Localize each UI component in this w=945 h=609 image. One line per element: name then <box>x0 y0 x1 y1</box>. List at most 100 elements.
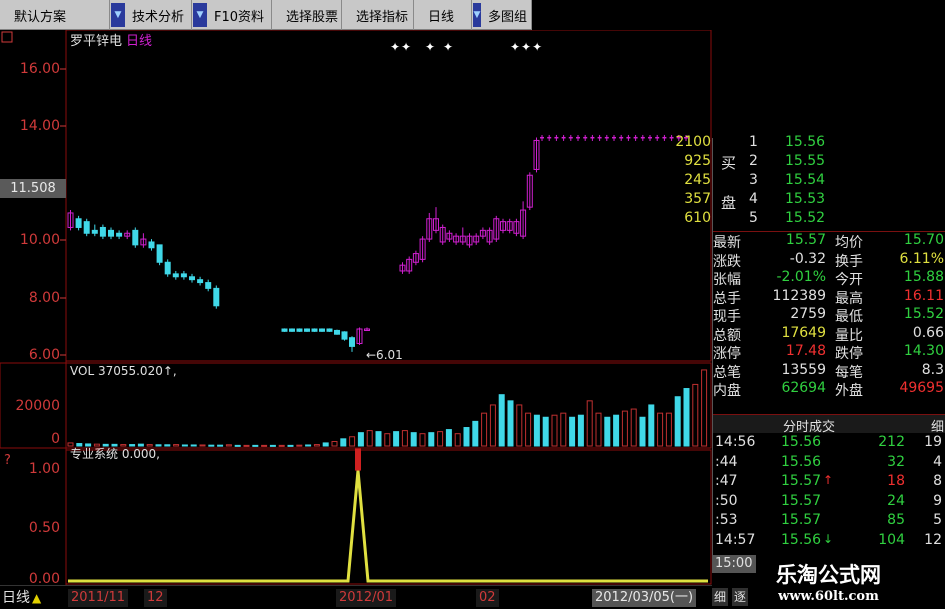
candle-body <box>304 328 310 332</box>
volume-bar <box>331 440 338 447</box>
candle-body <box>597 136 602 139</box>
quote-row: 张幅 -2.01% 今开 15.88 <box>713 269 945 288</box>
tick-count: 8 <box>933 473 942 489</box>
tick-count: 12 <box>924 531 942 548</box>
candle-body <box>311 328 318 332</box>
toolbar-button[interactable]: 日线 <box>414 0 472 30</box>
toolbar-button[interactable]: 选择股票 <box>272 0 342 30</box>
volume-bar <box>208 444 215 447</box>
arrow-down-icon: ↓ <box>823 531 834 546</box>
candle-body <box>341 331 348 340</box>
volume-bar <box>261 444 268 447</box>
candle-body <box>669 136 674 139</box>
tick-panel-header[interactable]: 分时成交 细 <box>713 415 945 435</box>
quote-field-label: 现手 <box>713 309 741 325</box>
tick-detail-tab[interactable]: 细 <box>931 416 944 435</box>
volume-bar <box>357 432 364 447</box>
price-tick: 14.00 <box>19 118 60 134</box>
kline-chart[interactable]: ? 罗平锌电 日线 ✦✦ ✦ ✦ ✦✦✦ 16.00 14.00 10.00 8.… <box>0 30 712 587</box>
indicator-tick: 0.50 <box>28 520 60 536</box>
candle-body <box>116 232 123 237</box>
volume-bar <box>481 412 488 447</box>
quote-field-value: 62694 <box>781 380 826 396</box>
quote-row: 总手 112389 最高 16.11 <box>713 288 945 307</box>
candle-body <box>590 136 595 139</box>
volume-bar <box>648 404 655 447</box>
volume-bar <box>489 404 496 447</box>
quote-row: 涨停 17.48 跌停 14.30 <box>713 343 945 362</box>
volume-bar <box>243 444 250 447</box>
candle-body <box>583 136 588 139</box>
buy-side-label: 盘 <box>721 194 737 212</box>
tick-volume: 85 <box>887 512 905 528</box>
volume-bar <box>560 412 567 447</box>
candle-body <box>568 136 573 139</box>
volume-bar <box>401 430 408 447</box>
candle-body <box>213 287 220 307</box>
tick-price: 15.56 <box>781 453 822 470</box>
candle-body <box>349 337 355 347</box>
volume-bar <box>445 429 452 447</box>
volume-bar <box>384 433 391 447</box>
chart-canvas[interactable]: ? <box>0 30 712 585</box>
bid-level: 5 <box>749 210 758 226</box>
quote-field-value: 15.52 <box>903 306 944 322</box>
volume-bar <box>595 412 602 447</box>
volume-bar <box>287 444 294 447</box>
tick-row: 14:57 15.56 ↓ 104 12 <box>713 532 945 552</box>
bid-price: 15.54 <box>785 172 826 188</box>
volume-bar <box>701 369 708 447</box>
current-price-label: 11.508 <box>0 179 66 198</box>
volume-bar <box>683 388 690 447</box>
volume-bar <box>225 444 232 447</box>
candle-body <box>334 329 340 335</box>
volume-bar <box>454 433 461 447</box>
event-marker-icon[interactable]: ✦✦✦ <box>510 40 543 54</box>
event-marker-icon[interactable]: ✦ <box>443 40 454 54</box>
candle-body <box>132 229 139 246</box>
volume-bar <box>665 412 672 447</box>
volume-bar <box>533 414 540 447</box>
event-marker-icon[interactable]: ✦✦ <box>390 40 412 54</box>
low-price-marker: ←6.01 <box>366 348 403 362</box>
quote-row: 涨跌 -0.32 换手 6.11% <box>713 251 945 270</box>
bid-volume: 610 <box>684 210 711 226</box>
volume-bar <box>507 400 514 447</box>
quote-field-value: -2.01% <box>776 269 826 285</box>
period-tab[interactable]: 日线 ▲ <box>0 587 66 609</box>
dropdown-arrow-icon[interactable]: ▼ <box>111 3 125 27</box>
candle-body <box>648 136 652 139</box>
toolbar-button[interactable]: ▼ 技术分析 <box>110 0 192 30</box>
toolbar-button[interactable]: ▼ 多图组 <box>472 0 532 30</box>
date-label: 2012/01 <box>336 589 397 607</box>
settings-icon <box>1 31 13 43</box>
event-marker-icon[interactable]: ✦ <box>425 40 436 54</box>
bid-price: 15.53 <box>785 191 826 207</box>
volume-bar <box>269 444 276 447</box>
toolbar-button-label: 多图组 <box>487 9 527 25</box>
detail-button[interactable]: 逐 <box>732 588 749 606</box>
detail-button[interactable]: 细 <box>712 588 729 606</box>
tick-time: :53 <box>715 512 738 528</box>
toolbar-button[interactable]: ▼ F10资料 <box>192 0 272 30</box>
buy-side-label: 买 <box>721 154 737 172</box>
volume-bar <box>393 431 400 447</box>
candle-body <box>156 244 163 263</box>
volume-bar <box>428 432 435 447</box>
quote-row: 总额 17649 量比 0.66 <box>713 325 945 344</box>
volume-bar <box>340 438 347 447</box>
dropdown-arrow-icon[interactable]: ▼ <box>473 3 481 27</box>
quote-field-label: 最高 <box>835 290 863 307</box>
bid-volume: 925 <box>684 153 711 169</box>
toolbar-button[interactable]: 选择指标 <box>342 0 414 30</box>
volume-bar <box>542 416 549 447</box>
candle-body <box>612 136 616 139</box>
tick-price: 15.57 <box>781 512 822 528</box>
volume-bar <box>639 416 646 447</box>
toolbar-button[interactable]: 默认方案 <box>0 0 110 30</box>
toolbar-button-label: F10资料 <box>214 9 265 25</box>
dropdown-arrow-icon[interactable]: ▼ <box>193 3 207 27</box>
volume-bar <box>569 416 576 447</box>
volume-bar <box>586 400 593 447</box>
date-label: 2011/11 <box>68 589 129 607</box>
